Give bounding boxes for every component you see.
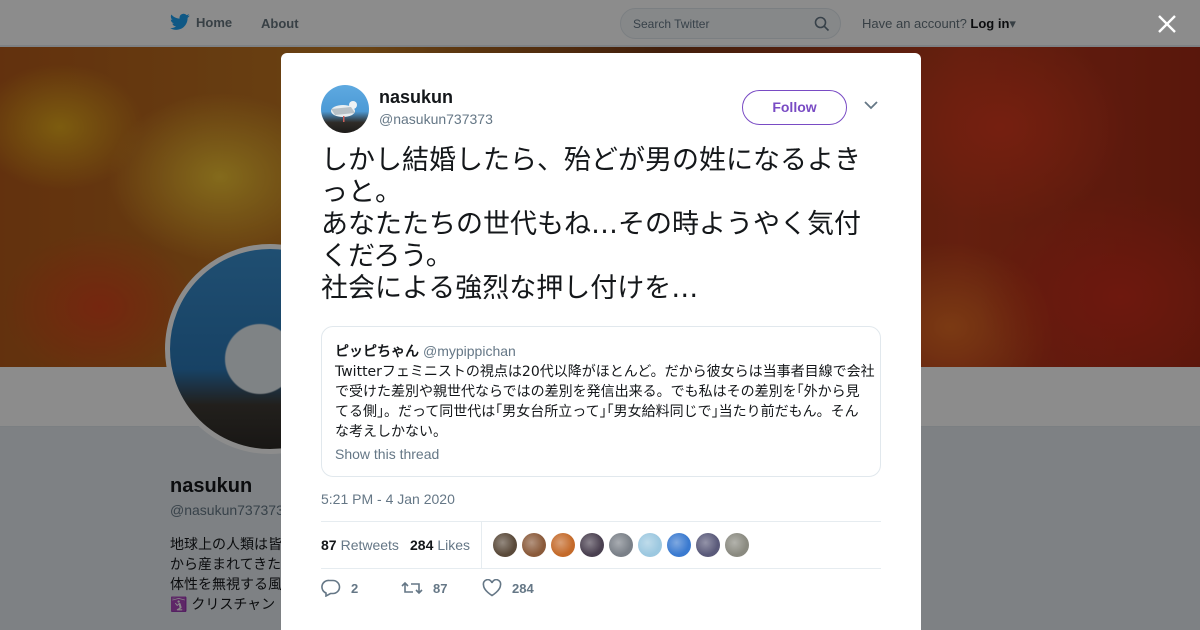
quoted-text-line: Twitterフェミニストの視点は20代以降がほとんど。だから彼女らは当事者目線…: [335, 364, 875, 380]
quoted-author-handle: @mypippichan: [423, 343, 516, 359]
tweet-text-line: しかし結婚したら、殆どが男の姓になるよき: [321, 145, 861, 176]
tweet-modal: nasukun @nasukun737373 Follow しかし結婚したら、殆…: [281, 53, 921, 630]
retweets-stat[interactable]: 87 Retweets: [321, 537, 399, 553]
tweet-text-line: 社会による強烈な押し付けを…: [321, 273, 699, 304]
quoted-text-line: てる側｣。だって同世代は｢男女台所立って｣｢男女給料同じで｣当たり前だもん。そん: [335, 404, 859, 420]
retweets-count: 87: [321, 537, 337, 553]
tweet-author-handle[interactable]: @nasukun737373: [379, 111, 493, 127]
quoted-tweet-header: ピッピちゃん @mypippichan: [335, 341, 516, 361]
quoted-tweet-text: Twitterフェミニストの視点は20代以降がほとんど。だから彼女らは当事者目線…: [335, 362, 875, 442]
liker-avatar[interactable]: [725, 533, 749, 557]
like-button[interactable]: 284: [482, 579, 534, 597]
reply-button[interactable]: 2: [321, 579, 358, 597]
chevron-down-icon[interactable]: [864, 100, 878, 110]
likes-stat[interactable]: 284 Likes: [410, 537, 470, 553]
quoted-text-line: な考えしかない。: [335, 424, 447, 440]
quoted-text-line: で受けた差別や親世代ならではの差別を発信出来る。でも私はその差別を｢外から見: [335, 384, 860, 400]
tweet-text: しかし結婚したら、殆どが男の姓になるよき っと。 あなたたちの世代もね…その時よ…: [321, 145, 891, 305]
liker-avatar[interactable]: [609, 533, 633, 557]
liker-avatar[interactable]: [667, 533, 691, 557]
tweet-text-line: あなたたちの世代もね…その時ようやく気付: [321, 209, 861, 240]
liker-avatar[interactable]: [551, 533, 575, 557]
reply-icon: [321, 579, 341, 597]
retweet-count: 87: [433, 580, 448, 596]
liker-avatar[interactable]: [522, 533, 546, 557]
tweet-stats: 87 Retweets 284 Likes: [321, 521, 881, 569]
tweet-timestamp[interactable]: 5:21 PM - 4 Jan 2020: [321, 491, 455, 507]
show-thread-link[interactable]: Show this thread: [335, 446, 439, 462]
seagull-icon: [331, 101, 357, 122]
liker-avatar[interactable]: [638, 533, 662, 557]
retweets-label: Retweets: [340, 537, 399, 553]
tweet-actions: 2 87 284: [321, 579, 881, 601]
tweet-author-avatar[interactable]: [321, 85, 369, 133]
tweet-text-line: っと。: [321, 177, 402, 208]
retweet-icon: [401, 581, 423, 595]
follow-button[interactable]: Follow: [742, 90, 847, 125]
quoted-tweet[interactable]: ピッピちゃん @mypippichan Twitterフェミニストの視点は20代以…: [321, 326, 881, 477]
reply-count: 2: [351, 580, 359, 596]
liker-avatars: [493, 533, 754, 557]
stats-divider: [481, 522, 482, 568]
heart-icon: [482, 579, 502, 597]
quoted-author-name: ピッピちゃん: [335, 343, 419, 359]
liker-avatar[interactable]: [493, 533, 517, 557]
likes-count: 284: [410, 537, 434, 553]
tweet-text-line: くだろう。: [321, 241, 453, 272]
likes-label: Likes: [437, 537, 471, 553]
retweet-button[interactable]: 87: [401, 579, 447, 597]
liker-avatar[interactable]: [696, 533, 720, 557]
like-count: 284: [512, 580, 534, 596]
close-icon[interactable]: [1155, 12, 1179, 36]
tweet-author-name[interactable]: nasukun: [379, 87, 453, 108]
liker-avatar[interactable]: [580, 533, 604, 557]
